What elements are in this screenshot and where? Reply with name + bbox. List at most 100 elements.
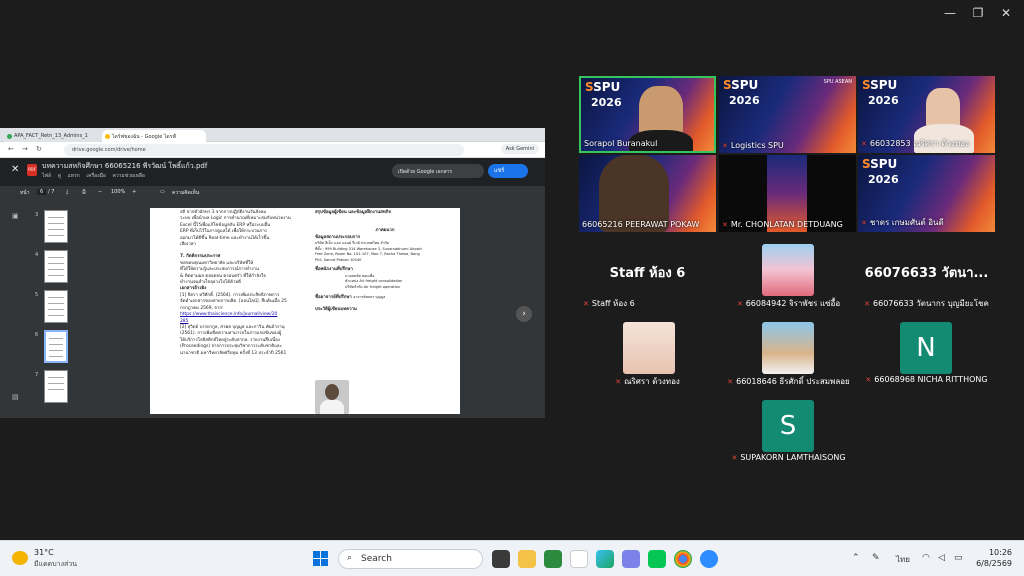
participant-label[interactable]: ✕ Staff ห้อง 6	[579, 297, 716, 310]
zoom-icon[interactable]	[700, 550, 718, 568]
video-tile-narisara[interactable]: SSPU 2026 ✕ 66032853 ณริศรา ด้วงทอง	[858, 76, 995, 153]
viewer-toolbar: หน้า 6 / 7 ⤓ ⎙ − 100% + ▭ ความคิดเห็น	[0, 186, 545, 200]
page-left-column: สถิ จากตัวอักษร 3 จากการปฏิบัติงานวันสัง…	[180, 210, 308, 357]
brand-text: SPU ASEAN	[823, 79, 852, 85]
author-photo	[315, 380, 349, 414]
participant-label[interactable]: ✕ 66068968 NICHA RITTHONG	[858, 375, 995, 384]
participant-initial-avatar: N	[900, 322, 952, 374]
participant-big-name: 66076633 วัตนา...	[864, 266, 989, 281]
minimize-button[interactable]: —	[938, 6, 962, 20]
url-field[interactable]: drive.google.com/drive/home	[64, 144, 464, 156]
section-heading: ประวัติผู้เขียนบทความ	[315, 306, 357, 312]
language-indicator[interactable]: ไทย	[896, 553, 910, 566]
video-tile-logistics[interactable]: SSPU 2026 SPU ASEAN ✕ Logistics SPU	[719, 76, 856, 153]
mic-muted-icon: ✕	[865, 376, 872, 384]
taskbar-search[interactable]: ⌕ Search	[338, 549, 483, 569]
page-thumbnail[interactable]	[44, 370, 68, 403]
text-line: ระบบ เพื่อนำผล Logic การคำนวณที่เหมาะสมก…	[180, 216, 291, 222]
pen-icon[interactable]: ✎	[872, 553, 880, 563]
weather-temp: 31°C	[34, 548, 54, 557]
back-icon[interactable]: ←	[8, 145, 14, 153]
volume-icon[interactable]: ◁	[938, 553, 945, 563]
sun-cloud-icon	[12, 551, 28, 565]
menu-insert[interactable]: แทรก	[68, 173, 80, 179]
menu-help[interactable]: ความช่วยเหลือ	[112, 173, 144, 179]
page-thumbnail[interactable]	[44, 290, 68, 323]
menu-view[interactable]: ดู	[58, 173, 61, 179]
task-view-icon[interactable]	[492, 550, 510, 568]
spu-logo-icon: SSPU	[585, 80, 621, 94]
staff-room-name: Staff ห้อง 6	[609, 266, 686, 281]
event-year: 2026	[868, 173, 899, 186]
video-tile-chatri[interactable]: SSPU 2026 ✕ ชาตร เกษมศันต์ อินดี	[858, 155, 995, 232]
comment-icon[interactable]: ▭	[160, 189, 165, 195]
store-icon[interactable]	[570, 550, 588, 568]
file-explorer-icon[interactable]	[518, 550, 536, 568]
zoom-level[interactable]: 100%	[111, 189, 125, 195]
ask-gemini-button[interactable]: Ask Gemini	[500, 144, 539, 154]
browser-tab-2[interactable]: ไดร์ฟของฉัน - Google ไดรฟ์	[102, 130, 206, 142]
battery-icon[interactable]: ▭	[954, 553, 963, 563]
participant-label[interactable]: ✕ ณริศรา ด้วงทอง	[579, 375, 716, 388]
menu-file[interactable]: ไฟล์	[42, 173, 51, 179]
edge-icon[interactable]	[596, 550, 614, 568]
browser-tab-label: APA_FACT_Retn_13_Admins_1	[14, 133, 88, 139]
participant-label[interactable]: ✕ SUPAKORN LAMTHAISONG	[720, 453, 857, 462]
mic-muted-icon: ✕	[722, 142, 728, 150]
zoom-in-icon[interactable]: +	[132, 189, 136, 195]
menu-tools[interactable]: เครื่องมือ	[86, 173, 105, 179]
participant-initial-avatar: S	[762, 400, 814, 452]
page-thumbnail[interactable]	[44, 210, 68, 243]
browser-tab-label: ไดร์ฟของฉัน - Google ไดรฟ์	[112, 134, 176, 140]
sheet-favicon-icon	[7, 134, 12, 139]
participant-label[interactable]: ✕ 66018646 ธีรศักดิ์ ประสมพลอย	[720, 375, 857, 388]
video-tile-chonlatan[interactable]: ✕ Mr. CHONLATAN DETDUANG	[719, 155, 856, 232]
share-button[interactable]: แชร์	[488, 164, 528, 178]
clock[interactable]: 10:26 6/8/2569	[976, 547, 1012, 569]
excel-icon[interactable]	[544, 550, 562, 568]
reload-icon[interactable]: ↻	[36, 145, 42, 153]
mic-muted-icon: ✕	[861, 219, 867, 227]
mic-muted-icon: ✕	[736, 300, 743, 308]
pdf-viewer: ✕ PDF บทความสหกิจศึกษา 66065216 พีรวัฒน์…	[0, 158, 545, 418]
participant-name: ✕ ชาตร เกษมศันต์ อินดี	[861, 218, 944, 227]
spu-logo-icon: SSPU	[723, 78, 759, 92]
download-icon[interactable]: ⤓	[66, 189, 68, 195]
restore-button[interactable]: ❐	[966, 6, 990, 20]
participant-label[interactable]: ✕ 66084942 จิราพัชร แซ่อื้อ	[720, 297, 857, 310]
wifi-icon[interactable]: ◠	[922, 553, 930, 563]
search-placeholder: Search	[361, 554, 392, 564]
zoom-out-icon[interactable]: −	[98, 189, 102, 195]
thumb-number: 5	[35, 292, 39, 298]
shared-screen: APA_FACT_Retn_13_Admins_1 ไดร์ฟของฉัน - …	[0, 128, 545, 418]
clock-time: 10:26	[988, 548, 1012, 557]
line-icon[interactable]	[648, 550, 666, 568]
page-thumbnail[interactable]	[44, 250, 68, 283]
close-button[interactable]: ✕	[994, 6, 1018, 20]
mic-muted-icon: ✕	[861, 140, 867, 148]
pdf-icon: PDF	[27, 164, 37, 176]
next-page-icon[interactable]: ›	[516, 306, 532, 322]
page-thumbnail-selected[interactable]	[44, 330, 68, 363]
comment-button[interactable]: ความคิดเห็น	[172, 189, 199, 197]
page-input[interactable]: 6	[37, 189, 47, 195]
thumb-number: 6	[35, 332, 39, 338]
browser-tab-1[interactable]: APA_FACT_Retn_13_Admins_1	[4, 130, 100, 142]
video-tile-peerawat[interactable]: 66065216 PEERAWAT POKAW	[579, 155, 716, 232]
teams-icon[interactable]	[622, 550, 640, 568]
print-icon[interactable]: ⎙	[82, 189, 86, 195]
participant-label[interactable]: ✕ 66076633 วัตนากร บุญมียะโชค	[858, 297, 995, 310]
thumb-number: 7	[35, 372, 39, 378]
thumbnail-toggle-icon[interactable]: ▣	[12, 212, 19, 220]
windows-start-icon[interactable]	[313, 551, 329, 567]
spu-logo-icon: SSPU	[862, 78, 898, 92]
close-viewer-icon[interactable]: ✕	[11, 164, 19, 175]
forward-icon[interactable]: →	[22, 145, 28, 153]
chrome-icon[interactable]	[674, 550, 692, 568]
open-with-docs-button[interactable]: เปิดด้วย Google เอกสาร	[392, 164, 484, 178]
video-tile-sorapol[interactable]: SSPU 2026 Sorapol Buranakul	[579, 76, 716, 153]
event-year: 2026	[868, 94, 899, 107]
show-hidden-icons[interactable]: ⌃	[852, 553, 860, 563]
outline-toggle-icon[interactable]: ▤	[12, 393, 19, 401]
thumb-number: 3	[35, 212, 39, 218]
